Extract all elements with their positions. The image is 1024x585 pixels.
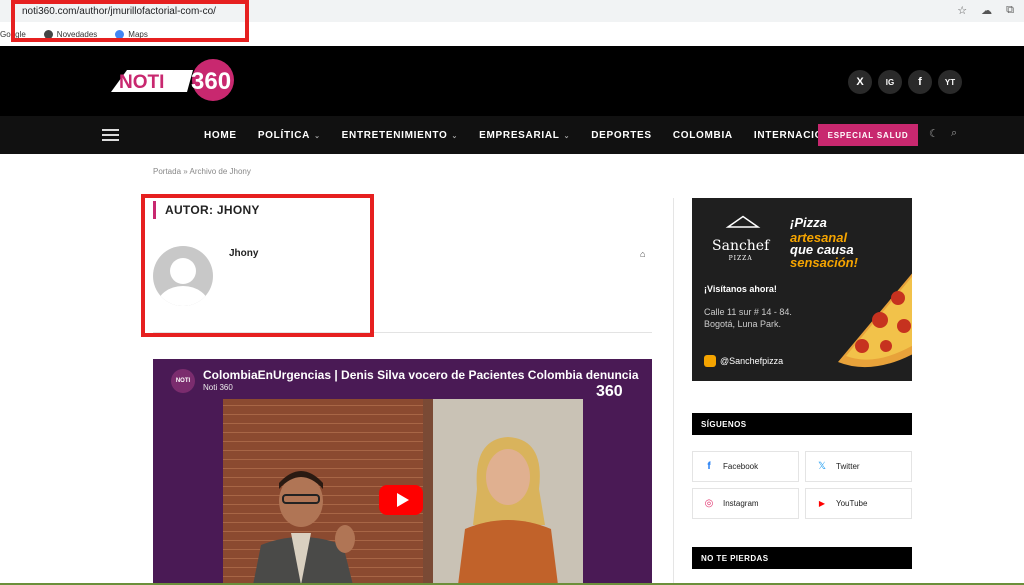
nav-item-colombia[interactable]: COLOMBIA: [673, 130, 733, 141]
breadcrumb: Portada » Archivo de Jhony: [153, 167, 251, 176]
youtube-button[interactable]: ▶ YouTube: [805, 488, 912, 519]
instagram-label: Instagram: [723, 499, 759, 508]
no-te-pierdas-heading: NO TE PIERDAS: [692, 547, 912, 569]
twitter-label: Twitter: [836, 462, 860, 471]
bookmark-star-icon[interactable]: ☆: [957, 4, 967, 17]
video-embed[interactable]: NOTI ColombiaEnUrgencias | Denis Silva v…: [153, 359, 652, 585]
sanchef-pizza-ad[interactable]: Sanchef PIZZA ¡Pizza artesanal que causa…: [692, 198, 912, 381]
youtube-icon[interactable]: YT: [938, 70, 962, 94]
video-channel[interactable]: Noti 360: [203, 383, 233, 392]
breadcrumb-current: Archivo de Jhony: [189, 167, 251, 176]
chevron-down-icon: ⌄: [314, 132, 321, 140]
facebook-icon: f: [707, 461, 711, 472]
video-title[interactable]: ColombiaEnUrgencias | Denis Silva vocero…: [203, 368, 639, 382]
ad-address: Calle 11 sur # 14 - 84. Bogotá, Luna Par…: [704, 307, 792, 329]
facebook-icon[interactable]: f: [908, 70, 932, 94]
nav-item-deportes[interactable]: DEPORTES: [591, 130, 652, 141]
facebook-button[interactable]: f Facebook: [692, 451, 799, 482]
hamburger-menu-icon[interactable]: [102, 129, 119, 144]
ad-instagram: @Sanchefpizza: [704, 355, 783, 367]
instagram-icon[interactable]: IG: [878, 70, 902, 94]
breadcrumb-separator: »: [183, 167, 188, 176]
nav-item-entretenimiento[interactable]: ENTRETENIMIENTO ⌄: [342, 130, 458, 141]
nav-items: HOME POLÍTICA ⌄ ENTRETENIMIENTO ⌄ EMPRESAR…: [204, 116, 867, 154]
x-icon[interactable]: X: [848, 70, 872, 94]
home-icon[interactable]: ⌂: [640, 249, 645, 259]
sidebar-divider: [673, 198, 674, 585]
chevron-down-icon: ⌄: [451, 132, 459, 140]
breadcrumb-home-link[interactable]: Portada: [153, 167, 181, 176]
ad-brand: Sanchef PIZZA: [712, 238, 770, 262]
highlight-box-author: [141, 194, 374, 337]
svg-text:360: 360: [191, 68, 231, 95]
play-button-icon[interactable]: [379, 485, 423, 515]
instagram-icon: ◎: [704, 498, 714, 509]
facebook-label: Facebook: [723, 462, 759, 471]
person-right: [458, 437, 558, 585]
video-watermark: 360: [596, 383, 623, 400]
highlight-box-url: [11, 0, 249, 42]
site-header: NOTI 360 X IG f YT: [0, 46, 1024, 116]
youtube-icon: ▶: [818, 499, 826, 508]
ad-headline-1: ¡Pizza: [790, 215, 827, 230]
twitter-x-icon: 𝕏: [817, 461, 827, 472]
noti360-logo[interactable]: NOTI 360: [107, 56, 243, 102]
nav-item-empresarial[interactable]: EMPRESARIAL ⌄: [479, 130, 570, 141]
cloud-icon[interactable]: ☁: [981, 4, 992, 17]
instagram-button[interactable]: ◎ Instagram: [692, 488, 799, 519]
svg-text:NOTI: NOTI: [119, 72, 164, 93]
pizza-image: [838, 273, 912, 368]
twitter-button[interactable]: 𝕏 Twitter: [805, 451, 912, 482]
browser-toolbar-icons: ☆ ☁ ⧉: [957, 4, 1014, 17]
header-social-icons: X IG f YT: [848, 70, 962, 94]
nav-item-home[interactable]: HOME: [204, 130, 237, 141]
chevron-down-icon: ⌄: [563, 132, 571, 140]
channel-avatar[interactable]: NOTI: [171, 369, 195, 393]
extension-icon[interactable]: ⧉: [1006, 4, 1014, 17]
search-icon[interactable]: ⌕: [951, 127, 957, 140]
especial-salud-button[interactable]: ESPECIAL SALUD: [818, 124, 918, 146]
siguenos-heading: SÍGUENOS: [692, 413, 912, 435]
main-navigation: HOME POLÍTICA ⌄ ENTRETENIMIENTO ⌄ EMPRESAR…: [0, 116, 1024, 154]
dark-mode-icon[interactable]: ☾: [929, 127, 939, 140]
youtube-label: YouTube: [836, 499, 868, 508]
ad-visit-text: ¡Visítanos ahora!: [704, 284, 777, 294]
nav-item-politica[interactable]: POLÍTICA ⌄: [258, 130, 321, 141]
instagram-icon: [704, 355, 716, 367]
person-left: [253, 471, 355, 585]
